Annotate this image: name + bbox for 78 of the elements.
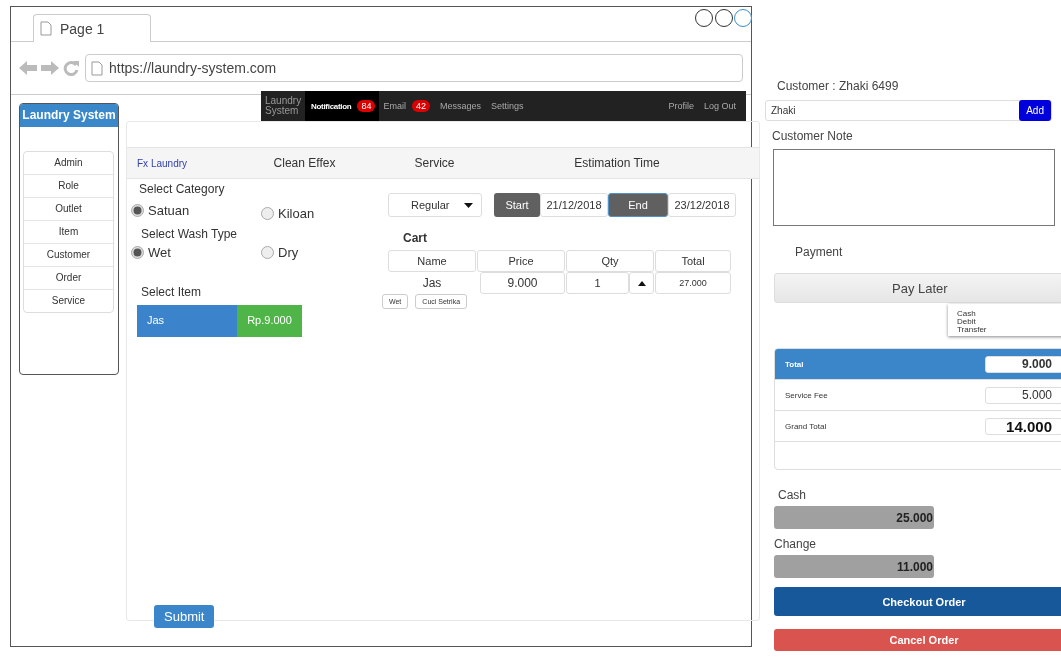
end-button[interactable]: End <box>608 193 668 217</box>
total-field: 27.000 <box>655 272 731 294</box>
table-header-cell: Qty <box>566 250 654 272</box>
column-heading: Estimation Time <box>573 156 661 170</box>
count-badge: 42 <box>411 100 430 112</box>
field-label: Change <box>774 537 818 551</box>
increment-button[interactable] <box>629 272 654 294</box>
sidebar-item[interactable]: Order <box>24 267 113 290</box>
group-label: Select Category <box>139 182 226 196</box>
sidebar-item[interactable]: Admin <box>24 152 113 175</box>
table-header-cell: Total <box>655 250 731 272</box>
sidebar-item[interactable]: Item <box>24 221 113 244</box>
sidebar-item[interactable]: Outlet <box>24 198 113 221</box>
nav-label: Messages <box>438 101 481 111</box>
customer-field[interactable]: Zhaki Add <box>765 100 1052 121</box>
nav-label: Email <box>382 101 406 111</box>
payment-dropdown[interactable]: Pay Later <box>774 273 1061 303</box>
table-cell-text: Jas <box>421 275 443 292</box>
radio-option[interactable]: Satuan <box>131 200 261 221</box>
nav-item[interactable]: Messages <box>435 91 487 121</box>
count-badge: 84 <box>357 100 376 112</box>
change-field: 11.000 <box>774 555 934 578</box>
summary-label: Grand Total <box>785 421 827 431</box>
column-heading: Clean Effex <box>272 156 337 170</box>
page-icon <box>91 60 103 76</box>
field-label: Customer Note <box>772 129 854 143</box>
navbar-brand[interactable]: Laundry System <box>261 96 305 116</box>
dropdown-option[interactable]: Cash <box>957 310 1058 318</box>
dropdown-option[interactable]: Debit <box>957 318 1058 326</box>
summary-label: Total <box>785 359 804 369</box>
date-field[interactable]: 23/12/2018 <box>668 193 736 217</box>
amount-field: 5.000 <box>985 386 1061 404</box>
field-label: Payment <box>795 245 844 259</box>
submit-button[interactable]: Submit <box>154 605 215 628</box>
sidebar-title: Laundry System <box>20 104 118 127</box>
table-header-cell: Price <box>477 250 565 272</box>
group-label: Select Item <box>141 285 203 299</box>
nav-item[interactable]: Email 42 <box>379 91 436 121</box>
radio-option[interactable]: Wet <box>131 245 261 260</box>
nav-link[interactable]: Log Out <box>703 101 746 111</box>
field-label: Cash <box>778 488 807 502</box>
panel-brand[interactable]: Fx Laundry <box>137 157 242 169</box>
sidebar-item[interactable]: Customer <box>24 244 113 267</box>
up-caret-icon <box>637 280 646 286</box>
add-button[interactable]: Add <box>1019 100 1051 121</box>
cancel-button[interactable]: Cancel Order <box>774 629 1061 651</box>
caret-icon <box>464 202 473 208</box>
radio-option[interactable]: Kiloan <box>261 206 386 221</box>
checkout-button[interactable]: Checkout Order <box>774 587 1061 616</box>
quantity-field[interactable]: 1 <box>566 272 629 294</box>
sidebar-item[interactable]: Role <box>24 175 113 198</box>
radio-option[interactable]: Dry <box>261 245 386 260</box>
start-button[interactable]: Start <box>494 193 540 217</box>
sidebar-item[interactable]: Service <box>24 290 113 312</box>
cart-title: Cart <box>403 231 428 245</box>
nav-label: Notification <box>310 101 352 111</box>
group-label: Select Wash Type <box>141 227 239 241</box>
summary-label: Service Fee <box>785 390 828 400</box>
price-field[interactable]: 9.000 <box>480 272 565 294</box>
nav-link[interactable]: Profile <box>668 101 704 111</box>
dropdown-option[interactable]: Transfer <box>957 326 1058 334</box>
item-name-button[interactable]: Jas <box>137 305 237 337</box>
amount-field: 9.000 <box>985 355 1061 373</box>
table-header-cell: Name <box>388 250 476 272</box>
address-bar[interactable]: https://laundry-system.com <box>85 54 743 82</box>
page-icon <box>40 21 52 36</box>
customer-label: Customer : Zhaki 6499 <box>777 79 900 93</box>
amount-field: 14.000 <box>985 417 1061 435</box>
browser-tab[interactable]: Page 1 <box>33 14 151 42</box>
column-heading: Service <box>413 156 456 170</box>
nav-item[interactable]: Notification 84 <box>305 91 380 121</box>
service-dropdown[interactable]: Regular <box>388 193 482 217</box>
nav-label: Settings <box>490 101 524 111</box>
customer-note-field[interactable] <box>773 149 1055 226</box>
nav-item[interactable]: Settings <box>487 91 530 121</box>
window-controls-icon[interactable] <box>695 8 753 28</box>
date-field[interactable]: 21/12/2018 <box>540 193 608 217</box>
cash-field[interactable]: 25.000 <box>774 506 934 529</box>
